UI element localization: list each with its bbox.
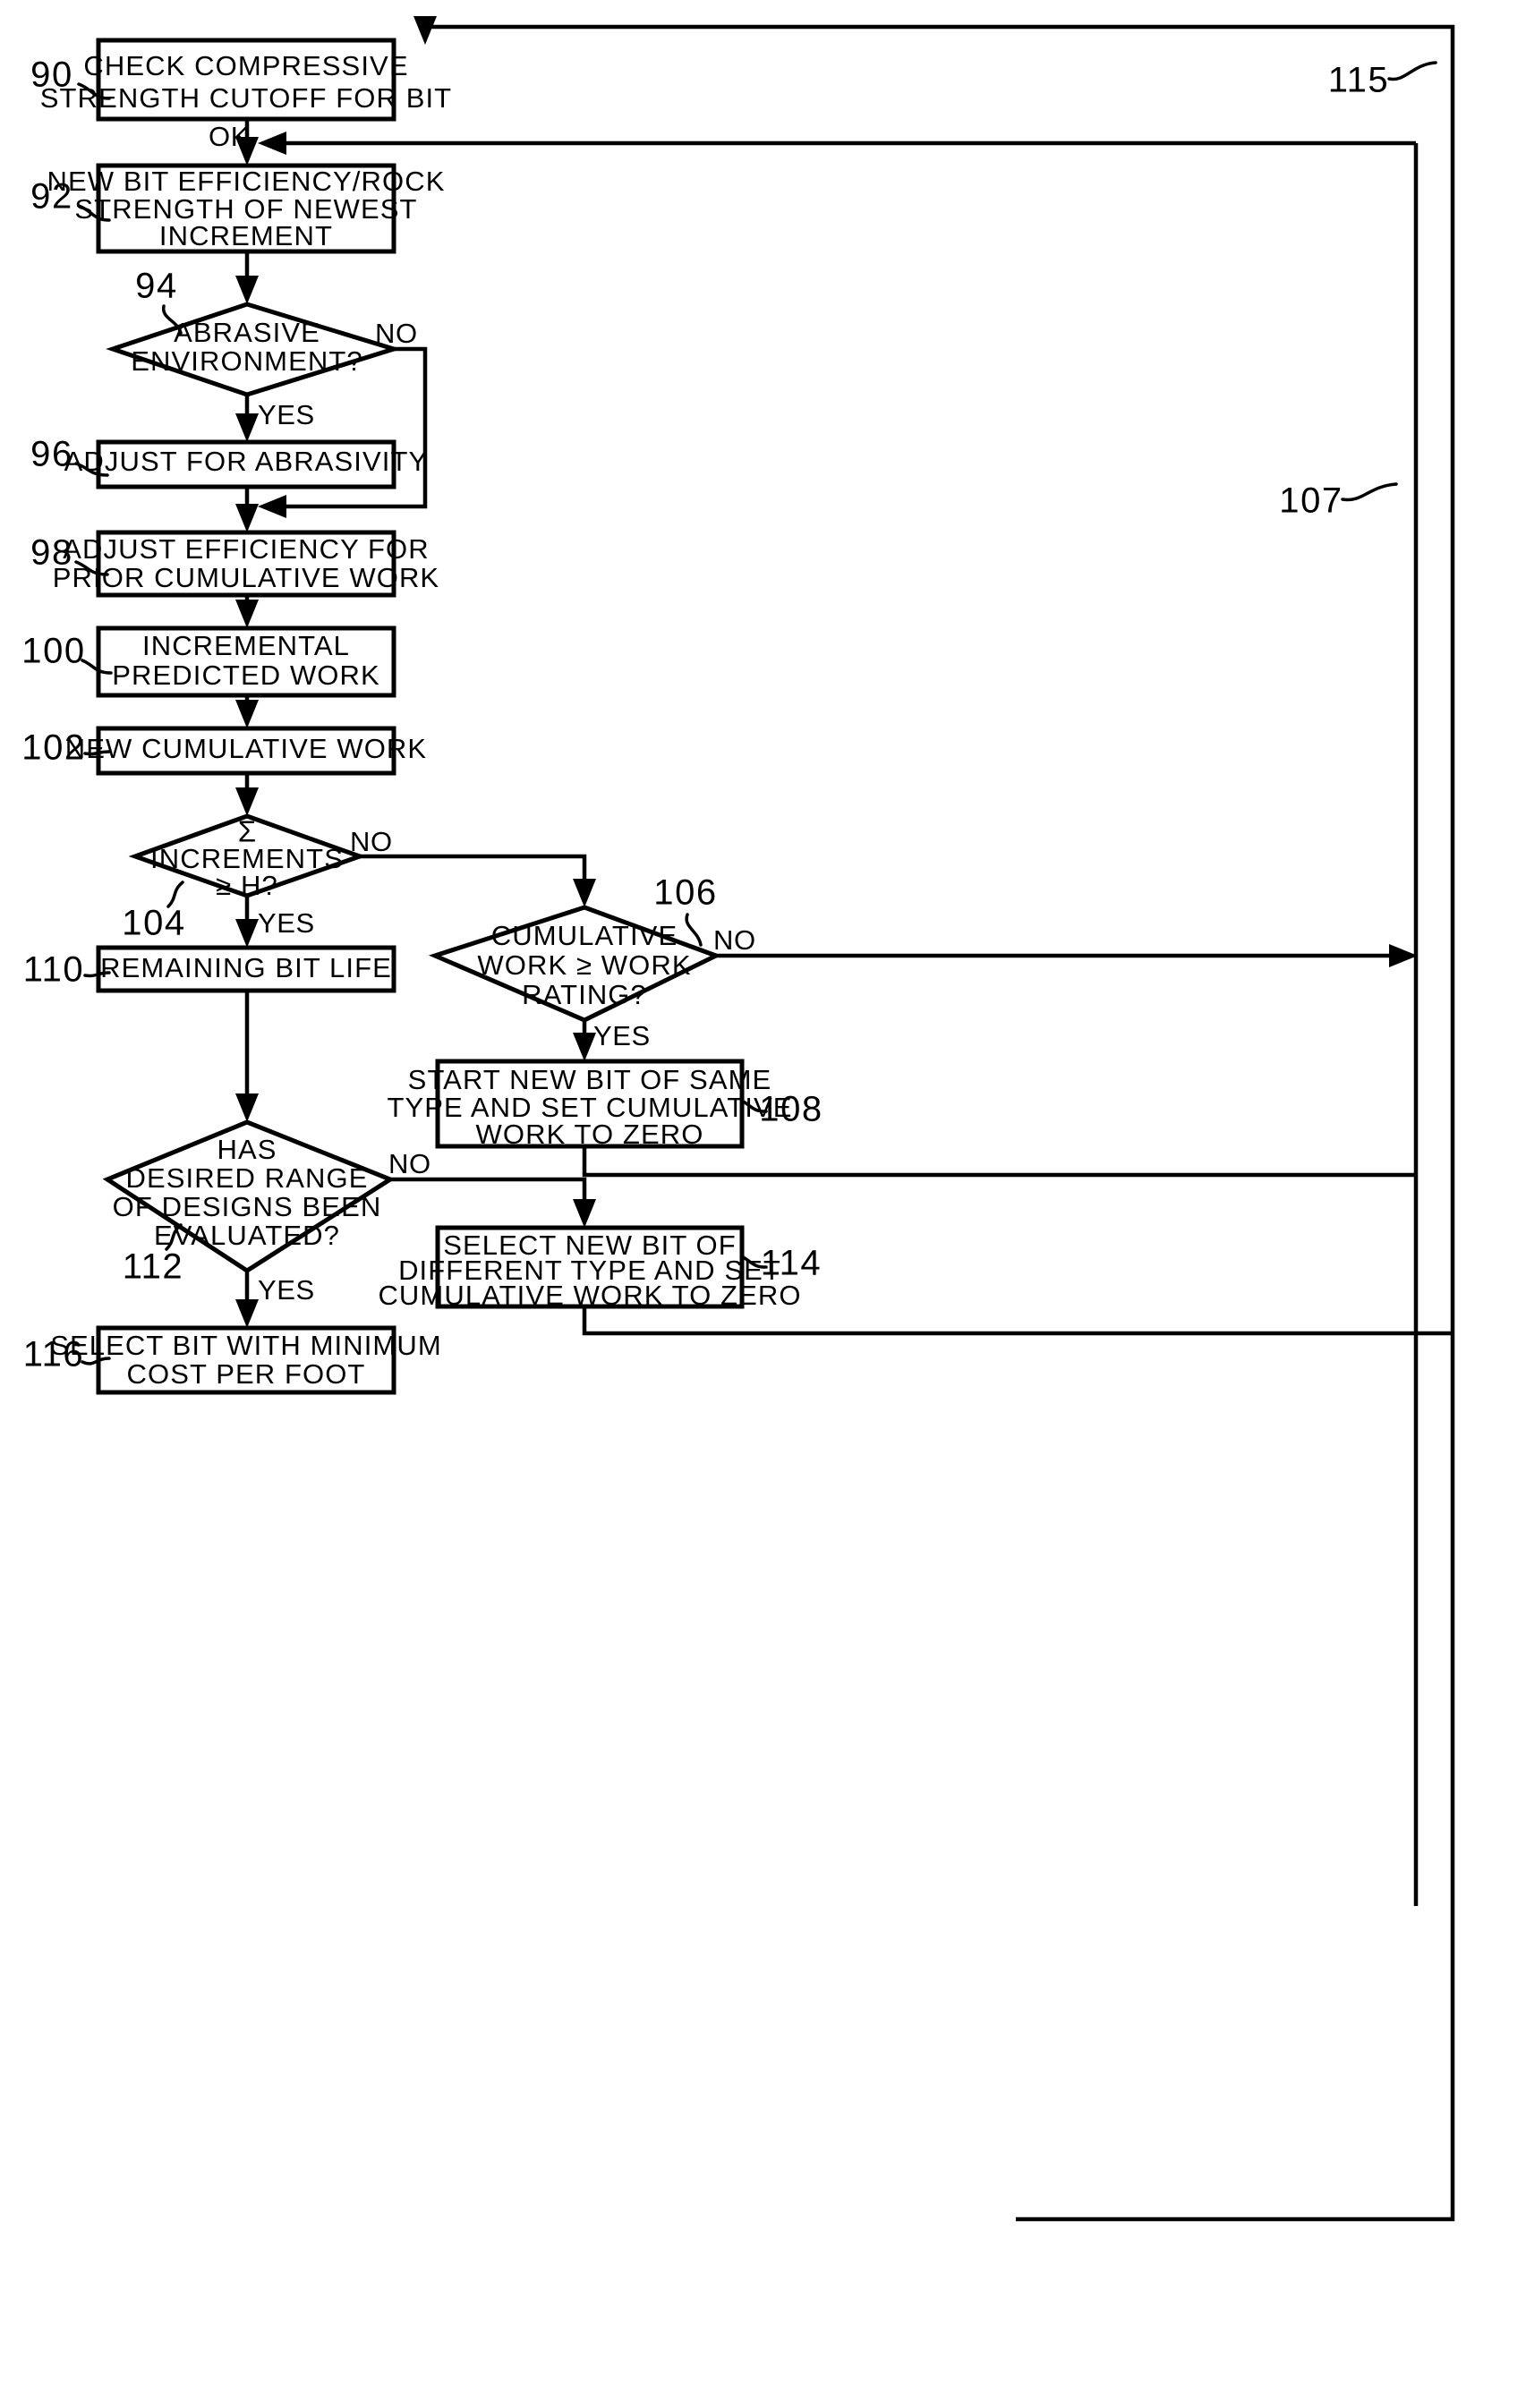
edge-label-112-no: NO [388, 1148, 431, 1179]
node-106-line-2: WORK ≥ WORK [477, 949, 691, 981]
arrowhead-into-box-98 [235, 504, 259, 532]
ref-number-107: 107 [1279, 481, 1343, 521]
node-110-line-1: REMAINING BIT LIFE [100, 952, 392, 983]
connector-108-to-loop107 [582, 1146, 1416, 1178]
node-108-line-1: START NEW BIT OF SAME [408, 1064, 772, 1095]
arrowhead-into-diamond-106 [573, 879, 596, 907]
arrowhead-into-box-102 [235, 700, 259, 728]
arrowhead-into-box-114 [573, 1199, 596, 1228]
connector-112-no-to-114 [379, 1177, 596, 1228]
node-92-line-3: INCREMENT [159, 220, 333, 251]
edge-label-112-yes: YES [258, 1274, 315, 1306]
ref-number-102: 102 [21, 728, 86, 768]
arrowhead-into-box-116 [235, 1299, 259, 1328]
leader-115 [1387, 61, 1437, 81]
edge-label-94-no: NO [375, 318, 418, 349]
ref-number-106: 106 [653, 873, 718, 913]
edge-label-ok: OK [209, 121, 250, 152]
ref-number-116: 116 [23, 1335, 85, 1374]
edge-label-106-yes: YES [593, 1020, 651, 1051]
node-112-line-2: DESIRED RANGE [126, 1162, 369, 1194]
node-106-line-3: RATING? [522, 979, 647, 1010]
ref-number-108: 108 [759, 1090, 823, 1129]
node-check-compressive-strength-cutoff: CHECK COMPRESSIVE STRENGTH CUTOFF FOR BI… [40, 38, 451, 122]
ref-number-110: 110 [23, 950, 85, 990]
ref-number-114: 114 [761, 1244, 823, 1283]
node-remaining-bit-life: REMAINING BIT LIFE [96, 945, 396, 993]
connector-112-yes-to-116 [235, 1271, 259, 1328]
edge-label-104-no: NO [350, 826, 393, 857]
node-90-line-1: CHECK COMPRESSIVE [83, 50, 408, 81]
node-106-line-1: CUMULATIVE [491, 920, 678, 951]
ref-number-112: 112 [123, 1247, 184, 1287]
connector-104-yes-to-110 [235, 896, 259, 948]
flowchart-canvas: CHECK COMPRESSIVE STRENGTH CUTOFF FOR BI… [21, 16, 1455, 2222]
arrowhead-106-no [1389, 944, 1418, 967]
arrowhead-into-box-100 [235, 600, 259, 628]
ref-number-100: 100 [21, 632, 86, 671]
node-100-line-1: INCREMENTAL [142, 630, 350, 661]
node-114-line-3: CUMULATIVE WORK TO ZERO [378, 1280, 801, 1311]
connector-106-no-to-loop107 [716, 944, 1418, 967]
node-select-new-bit-different-type: SELECT NEW BIT OF DIFFERENT TYPE AND SET… [378, 1225, 801, 1311]
node-94-line-2: ENVIRONMENT? [131, 345, 363, 377]
node-sum-increments-decision: Σ INCREMENTS ≥ H? [128, 813, 367, 901]
ref-number-104: 104 [122, 904, 186, 943]
ref-number-98: 98 [30, 533, 73, 573]
edge-label-104-yes: YES [258, 907, 315, 939]
ref-number-96: 96 [30, 435, 73, 474]
connector-92-to-94 [235, 251, 259, 304]
edge-label-106-no: NO [713, 924, 756, 956]
ref-number-92: 92 [30, 177, 73, 217]
connector-100-to-102 [235, 693, 259, 728]
node-adjust-for-abrasivity: ADJUST FOR ABRASIVITY [64, 439, 429, 489]
node-116-line-2: COST PER FOOT [127, 1358, 366, 1390]
node-incremental-predicted-work: INCREMENTAL PREDICTED WORK [96, 625, 396, 698]
node-98-line-1: ADJUST EFFICIENCY FOR [63, 533, 430, 565]
node-104-line-3: ≥ H? [216, 870, 278, 901]
node-select-bit-minimum-cost: SELECT BIT WITH MINIMUM COST PER FOOT [50, 1325, 442, 1395]
edge-label-94-yes: YES [258, 399, 315, 430]
connector-96-to-98 [235, 483, 259, 532]
node-116-line-1: SELECT BIT WITH MINIMUM [50, 1330, 442, 1361]
ref-number-94: 94 [135, 267, 178, 306]
node-cumulative-work-rating-decision: CUMULATIVE WORK ≥ WORK RATING? [428, 905, 722, 1023]
node-108-line-3: WORK TO ZERO [476, 1119, 704, 1150]
arrowhead-into-diamond-94 [235, 276, 259, 304]
node-new-bit-efficiency-rock-strength: NEW BIT EFFICIENCY/ROCK STRENGTH OF NEWE… [47, 163, 446, 254]
connector-94-yes-to-96 [235, 395, 259, 442]
node-start-new-bit-same-type: START NEW BIT OF SAME TYPE AND SET CUMUL… [387, 1059, 791, 1150]
arrowhead-merge-below-96 [258, 495, 286, 518]
connector-102-to-104 [235, 771, 259, 816]
node-112-line-1: HAS [217, 1134, 277, 1165]
node-new-cumulative-work: NEW CUMULATIVE WORK [65, 726, 427, 776]
arrowhead-into-box-96 [235, 413, 259, 442]
node-96-line-1: ADJUST FOR ABRASIVITY [64, 446, 429, 477]
ref-number-90: 90 [30, 55, 73, 95]
leader-106 [685, 913, 703, 947]
node-100-line-2: PREDICTED WORK [112, 659, 380, 691]
connector-110-to-112 [235, 991, 259, 1122]
node-112-line-3: OF DESIGNS BEEN [113, 1191, 382, 1222]
arrowhead-into-box-110 [235, 919, 259, 948]
node-abrasive-environment-decision: ABRASIVE ENVIRONMENT? [106, 302, 402, 397]
arrowhead-ok-junction [258, 132, 286, 155]
node-94-line-1: ABRASIVE [174, 317, 320, 348]
node-98-line-2: PRIOR CUMULATIVE WORK [53, 562, 439, 593]
patent-figure-flowchart: CHECK COMPRESSIVE STRENGTH CUTOFF FOR BI… [0, 0, 1526, 2408]
arrowhead-into-diamond-112 [235, 1093, 259, 1122]
arrowhead-into-diamond-104 [235, 787, 259, 816]
ref-number-115: 115 [1328, 61, 1390, 100]
node-92-line-1: NEW BIT EFFICIENCY/ROCK [47, 166, 446, 197]
node-adjust-efficiency-prior-cumulative-work: ADJUST EFFICIENCY FOR PRIOR CUMULATIVE W… [53, 530, 439, 598]
node-102-line-1: NEW CUMULATIVE WORK [65, 733, 427, 764]
leader-107 [1341, 482, 1398, 502]
connector-104-no-to-106 [349, 854, 596, 907]
connector-98-to-100 [235, 592, 259, 628]
connector-inner-loop-107 [258, 132, 1419, 1906]
arrowhead-into-box-90 [413, 16, 437, 45]
